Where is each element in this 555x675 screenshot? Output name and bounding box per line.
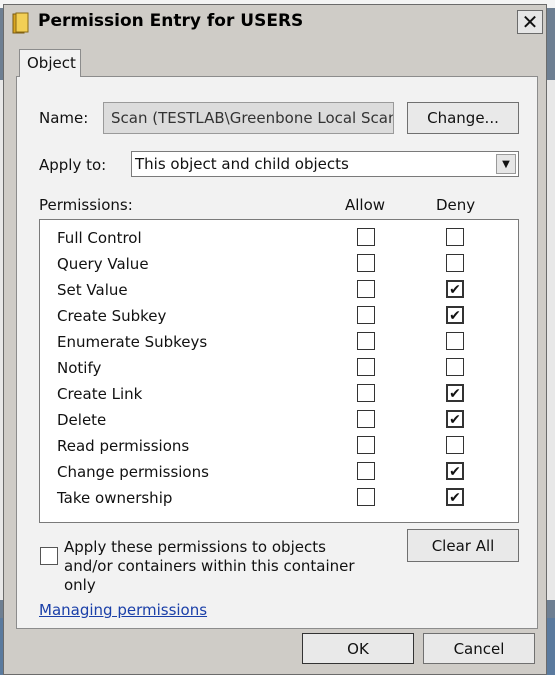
permission-row: Notify	[40, 355, 518, 381]
name-field: Scan (TESTLAB\Greenbone Local Scan)	[103, 102, 394, 134]
folder-icon	[12, 12, 30, 38]
deny-checkbox[interactable]: ✔	[446, 488, 464, 506]
tab-object-label: Object	[27, 54, 76, 72]
permission-row: Create Link ✔	[40, 381, 518, 407]
permission-label: Create Link	[57, 385, 143, 403]
permission-row: Change permissions ✔	[40, 459, 518, 485]
ok-button[interactable]: OK	[302, 633, 414, 664]
chevron-down-icon[interactable]: ▼	[496, 154, 516, 174]
name-value: Scan (TESTLAB\Greenbone Local Scan)	[111, 109, 394, 127]
deny-checkbox[interactable]: ✔	[446, 306, 464, 324]
ok-button-label: OK	[347, 640, 369, 658]
allow-checkbox[interactable]	[357, 306, 375, 324]
allow-header: Allow	[345, 196, 386, 214]
deny-checkbox[interactable]	[446, 228, 464, 246]
allow-checkbox[interactable]	[357, 332, 375, 350]
deny-checkbox[interactable]	[446, 358, 464, 376]
apply-container-label: Apply these permissions to objects and/o…	[64, 538, 355, 594]
allow-checkbox[interactable]	[357, 436, 375, 454]
apply-container-checkbox[interactable]	[40, 547, 58, 565]
object-tab-panel: Name: Scan (TESTLAB\Greenbone Local Scan…	[16, 76, 538, 629]
permission-label: Set Value	[57, 281, 128, 299]
permission-label: Notify	[57, 359, 102, 377]
permission-label: Read permissions	[57, 437, 190, 455]
managing-permissions-link[interactable]: Managing permissions	[39, 601, 207, 619]
deny-checkbox[interactable]: ✔	[446, 384, 464, 402]
permission-label: Create Subkey	[57, 307, 167, 325]
change-button-label: Change...	[427, 109, 499, 127]
deny-header: Deny	[436, 196, 476, 214]
permission-row: Read permissions	[40, 433, 518, 459]
clear-all-button[interactable]: Clear All	[407, 529, 519, 562]
close-button[interactable]: ✕	[517, 10, 543, 34]
permission-row: Take ownership ✔	[40, 485, 518, 511]
clear-all-label: Clear All	[431, 537, 495, 555]
allow-checkbox[interactable]	[357, 410, 375, 428]
allow-checkbox[interactable]	[357, 384, 375, 402]
name-label: Name:	[39, 109, 89, 127]
cancel-button[interactable]: Cancel	[423, 633, 535, 664]
deny-checkbox[interactable]: ✔	[446, 462, 464, 480]
permission-row: Create Subkey ✔	[40, 303, 518, 329]
allow-checkbox[interactable]	[357, 488, 375, 506]
permissions-list: Full Control Query Value Set Value ✔ Create …	[39, 219, 519, 523]
permission-label: Query Value	[57, 255, 149, 273]
permission-label: Enumerate Subkeys	[57, 333, 208, 351]
allow-checkbox[interactable]	[357, 254, 375, 272]
allow-checkbox[interactable]	[357, 280, 375, 298]
permission-label: Delete	[57, 411, 107, 429]
deny-checkbox[interactable]	[446, 332, 464, 350]
apply-to-select[interactable]: This object and child objects ▼	[131, 151, 519, 177]
permissions-label: Permissions:	[39, 196, 133, 214]
close-icon: ✕	[521, 10, 539, 34]
deny-checkbox[interactable]: ✔	[446, 410, 464, 428]
permission-entry-dialog: Permission Entry for USERS ✕ Object Name…	[3, 4, 547, 675]
permission-row: Enumerate Subkeys	[40, 329, 518, 355]
deny-checkbox[interactable]: ✔	[446, 280, 464, 298]
allow-checkbox[interactable]	[357, 462, 375, 480]
permission-row: Delete ✔	[40, 407, 518, 433]
permission-row: Query Value	[40, 251, 518, 277]
deny-checkbox[interactable]	[446, 254, 464, 272]
cancel-button-label: Cancel	[453, 640, 505, 658]
title-bar: Permission Entry for USERS ✕	[4, 5, 546, 38]
apply-to-label: Apply to:	[39, 156, 107, 174]
tab-object[interactable]: Object	[19, 49, 81, 77]
permission-row: Set Value ✔	[40, 277, 518, 303]
deny-checkbox[interactable]	[446, 436, 464, 454]
apply-to-value: This object and child objects	[135, 155, 349, 173]
permission-row: Full Control	[40, 225, 518, 251]
permission-label: Take ownership	[57, 489, 173, 507]
permission-label: Change permissions	[57, 463, 209, 481]
window-title: Permission Entry for USERS	[38, 11, 304, 31]
allow-checkbox[interactable]	[357, 228, 375, 246]
permission-label: Full Control	[57, 229, 142, 247]
change-button[interactable]: Change...	[407, 102, 519, 134]
allow-checkbox[interactable]	[357, 358, 375, 376]
